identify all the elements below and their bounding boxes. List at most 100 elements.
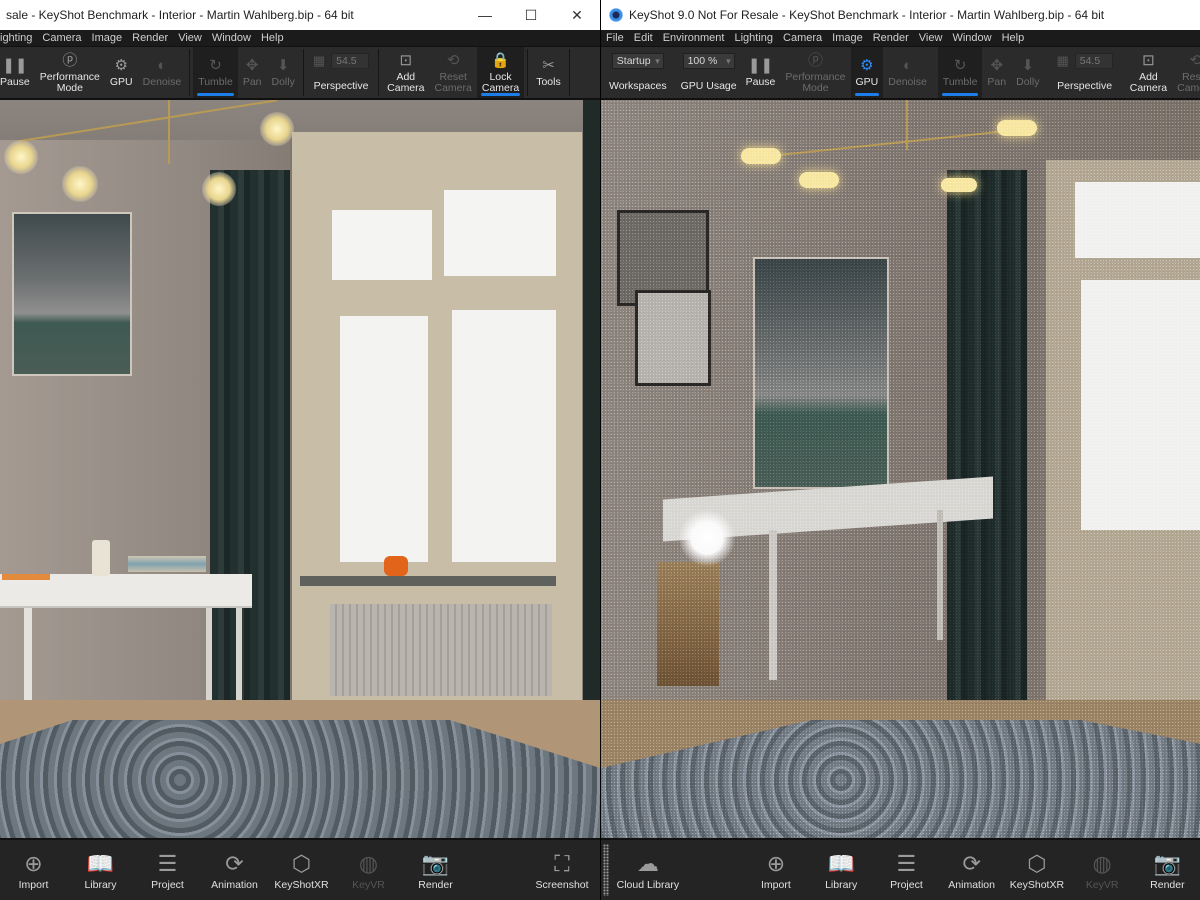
books <box>128 556 206 572</box>
toolbar-separator <box>568 49 570 96</box>
render-viewport[interactable] <box>0 100 600 838</box>
animation-play-icon: ⟳ <box>962 851 981 876</box>
animation-play-icon: ⟳ <box>225 851 244 876</box>
tools-button[interactable]: ✂ Tools <box>531 47 566 98</box>
chandelier-bulb <box>62 166 98 202</box>
keyvr-headset-icon: ◍ <box>358 851 379 876</box>
library-button[interactable]: 📖 Library <box>809 840 874 900</box>
keyshotxr-button[interactable]: ⬡ KeyShotXR <box>268 840 335 900</box>
chandelier-bulb <box>260 112 294 146</box>
lock-camera-button[interactable]: 🔒 Lock Camera <box>476 47 525 98</box>
fov-input[interactable]: 54.5 <box>331 53 370 69</box>
menu-render[interactable]: Render <box>868 32 914 44</box>
menu-environment[interactable]: Environment <box>658 32 730 44</box>
pause-button[interactable]: ❚❚ Pause <box>741 47 781 98</box>
reset-camera-button[interactable]: ⟲ Reset Camera <box>430 47 477 98</box>
library-book-icon: 📖 <box>86 851 115 876</box>
chandelier-bulb <box>997 120 1037 136</box>
project-button[interactable]: ☰ Project <box>874 840 939 900</box>
gpu-button[interactable]: ⚙ GPU <box>105 47 138 98</box>
keyshotxr-button[interactable]: ⬡ KeyShotXR <box>1004 840 1069 900</box>
menu-bar: ighting Camera Image Render View Window … <box>0 30 600 46</box>
window-pane-top-left <box>332 210 432 280</box>
menu-camera[interactable]: Camera <box>778 32 827 44</box>
animation-button[interactable]: ⟳ Animation <box>201 840 268 900</box>
gpu-button[interactable]: ⚙ GPU <box>850 47 884 98</box>
interior-render-scene-noisy <box>601 100 1200 838</box>
menu-image[interactable]: Image <box>827 32 868 44</box>
dolly-button[interactable]: ⬇ Dolly <box>267 47 300 98</box>
menu-window[interactable]: Window <box>207 32 256 44</box>
import-button[interactable]: ⊕ Import <box>0 840 67 900</box>
menu-help[interactable]: Help <box>256 32 289 44</box>
performance-mode-button[interactable]: ⓟ Performance Mode <box>35 47 105 98</box>
project-list-icon: ☰ <box>157 851 178 876</box>
pan-button[interactable]: ✥ Pan <box>982 47 1011 98</box>
chandelier-bulb <box>799 172 839 188</box>
toolbar-grip-handle[interactable] <box>603 844 609 896</box>
render-button[interactable]: 📷 Render <box>402 840 469 900</box>
denoise-button[interactable]: ◐ Denoise <box>138 47 187 98</box>
performance-mode-button[interactable]: ⓟ Performance Mode <box>780 47 850 98</box>
tools-icon: ✂ <box>542 57 555 74</box>
add-camera-button[interactable]: ⊡ Add Camera <box>382 47 429 98</box>
maximize-button[interactable]: ☐ <box>508 0 554 30</box>
toolbar-separator <box>527 49 529 96</box>
cloud-library-button[interactable]: ☁ Cloud Library <box>611 840 685 900</box>
screenshot-button[interactable]: ⛶ Screenshot <box>524 840 600 900</box>
perspective-group: ▦ 54.5 Perspective <box>307 47 375 98</box>
keyvr-button[interactable]: ◍ KeyVR <box>1070 840 1135 900</box>
add-camera-button[interactable]: ⊡ Add Camera <box>1125 47 1172 98</box>
denoise-icon: ◐ <box>903 57 913 74</box>
workspaces-label: Workspaces <box>609 80 667 92</box>
toolbar-separator <box>378 49 380 96</box>
menu-lighting[interactable]: Lighting <box>729 32 778 44</box>
menu-render[interactable]: Render <box>127 32 173 44</box>
perspective-label[interactable]: Perspective <box>314 80 369 92</box>
keyshot-window-cpu: KeyShot 9.0 Not For Resale - KeyShot Ben… <box>601 0 1200 900</box>
title-bar: sale - KeyShot Benchmark - Interior - Ma… <box>0 0 600 30</box>
add-camera-icon: ⊡ <box>399 51 413 69</box>
project-button[interactable]: ☰ Project <box>134 840 201 900</box>
menu-view[interactable]: View <box>914 32 948 44</box>
render-viewport[interactable] <box>601 100 1200 838</box>
keyvr-headset-icon: ◍ <box>1092 851 1112 876</box>
menu-lighting[interactable]: ighting <box>0 32 37 44</box>
gpu-usage-group: 100 % GPU Usage <box>677 47 741 98</box>
window-title: sale - KeyShot Benchmark - Interior - Ma… <box>6 8 354 22</box>
painting <box>753 257 889 489</box>
curtain <box>210 170 290 710</box>
menu-edit[interactable]: Edit <box>629 32 658 44</box>
curtain-right <box>583 100 600 700</box>
menu-file[interactable]: File <box>601 32 629 44</box>
render-camera-icon: 📷 <box>421 851 450 876</box>
pause-button[interactable]: ❚❚ Pause <box>0 47 35 98</box>
animation-button[interactable]: ⟳ Animation <box>939 840 1004 900</box>
tumble-button[interactable]: ↻ Tumble <box>937 47 983 98</box>
menu-help[interactable]: Help <box>997 32 1030 44</box>
menu-camera[interactable]: Camera <box>37 32 86 44</box>
minimize-button[interactable]: — <box>462 0 508 30</box>
menu-image[interactable]: Image <box>87 32 128 44</box>
workspaces-select[interactable]: Startup <box>611 53 664 69</box>
denoise-button[interactable]: ◐ Denoise <box>883 47 932 98</box>
ribbon-toolbar: ❚❚ Pause ⓟ Performance Mode ⚙ GPU ◐ Deno… <box>0 46 600 100</box>
pan-icon: ✥ <box>245 57 259 74</box>
menu-window[interactable]: Window <box>947 32 996 44</box>
keyvr-button[interactable]: ◍ KeyVR <box>335 840 402 900</box>
fov-input[interactable]: 54.5 <box>1074 53 1113 69</box>
render-button[interactable]: 📷 Render <box>1135 840 1200 900</box>
import-button[interactable]: ⊕ Import <box>743 840 808 900</box>
import-icon: ⊕ <box>766 851 786 876</box>
perspective-label[interactable]: Perspective <box>1057 80 1112 92</box>
pan-button[interactable]: ✥ Pan <box>238 47 267 98</box>
desk-leg <box>769 530 777 680</box>
gpu-usage-select[interactable]: 100 % <box>682 53 735 69</box>
library-button[interactable]: 📖 Library <box>67 840 134 900</box>
curtain <box>947 170 1027 760</box>
reset-camera-button[interactable]: ⟲ Reset Camera <box>1172 47 1200 98</box>
menu-view[interactable]: View <box>173 32 207 44</box>
close-button[interactable]: ✕ <box>554 0 600 30</box>
dolly-button[interactable]: ⬇ Dolly <box>1011 47 1044 98</box>
tumble-button[interactable]: ↻ Tumble <box>193 47 238 98</box>
